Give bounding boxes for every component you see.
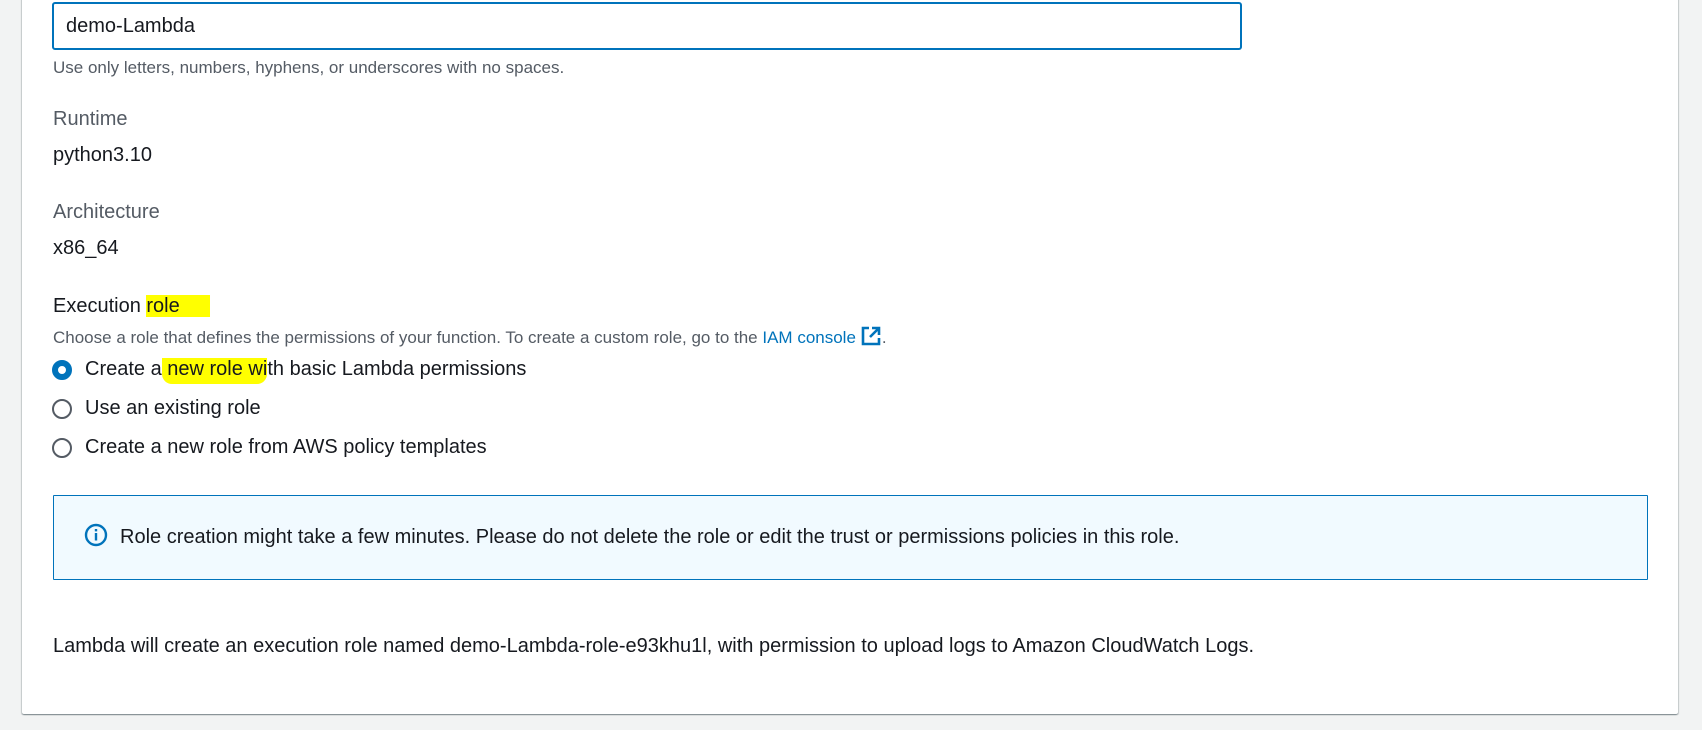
radio-option-use-existing-role[interactable]: Use an existing role (52, 397, 261, 420)
info-icon (84, 523, 108, 553)
radio-option-label: Use an existing role (85, 397, 261, 419)
radio-button[interactable] (52, 437, 72, 458)
radio-button-selected[interactable] (52, 359, 72, 380)
execution-role-summary: Lambda will create an execution role nam… (53, 635, 1255, 657)
radio-option-create-basic-role[interactable]: Create a new role with basic Lambda perm… (52, 358, 527, 384)
function-name-hint: Use only letters, numbers, hyphens, or u… (53, 58, 565, 77)
radio-option-label-suffix: th basic Lambda permissions (267, 358, 527, 380)
execution-role-heading-highlight: role (146, 295, 210, 317)
radio-option-policy-templates[interactable]: Create a new role from AWS policy templa… (52, 436, 487, 459)
iam-console-link[interactable]: IAM console (762, 328, 856, 347)
radio-button[interactable] (52, 398, 72, 419)
execution-role-heading: Execution role (53, 295, 210, 318)
radio-option-label-highlight: new role wi (161, 358, 268, 384)
basic-information-panel (22, 0, 1678, 714)
radio-option-label-prefix: Create a (85, 358, 162, 380)
execution-role-description: Choose a role that defines the permissio… (53, 325, 887, 352)
execution-role-description-text: Choose a role that defines the permissio… (53, 328, 763, 347)
runtime-label: Runtime (53, 108, 128, 130)
runtime-value: python3.10 (53, 144, 152, 166)
execution-role-description-suffix: . (881, 328, 887, 347)
radio-option-label: Create a new role with basic Lambda perm… (85, 358, 527, 384)
function-name-input[interactable] (52, 2, 1242, 50)
execution-role-heading-prefix: Execution (53, 295, 147, 317)
radio-option-label: Create a new role from AWS policy templa… (85, 436, 487, 458)
info-alert: Role creation might take a few minutes. … (53, 495, 1648, 580)
architecture-value: x86_64 (53, 237, 119, 259)
external-link-icon[interactable] (860, 325, 882, 352)
info-alert-text: Role creation might take a few minutes. … (120, 526, 1180, 548)
architecture-label: Architecture (53, 201, 160, 223)
